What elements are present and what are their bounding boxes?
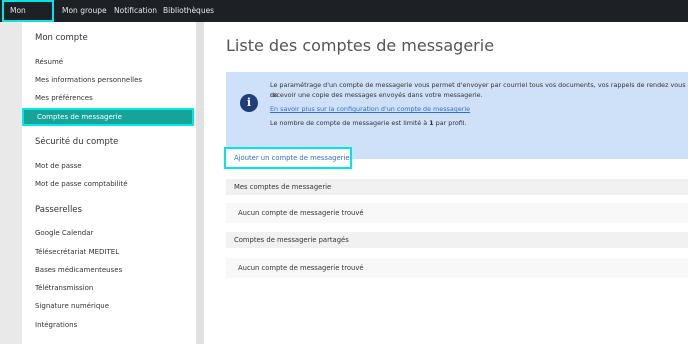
- info-line-1b: recevoir une copie des messages envoyés …: [270, 91, 483, 99]
- nav-notification[interactable]: Notification: [114, 0, 157, 22]
- my-accounts-empty: Aucun compte de messagerie trouvé: [226, 203, 688, 223]
- sidebar-item-mot-de-passe-compta[interactable]: Mot de passe comptabilité: [35, 180, 128, 188]
- sidebar-item-meditel[interactable]: Télésecrétariat MEDITEL: [35, 248, 119, 256]
- main-content: Liste des comptes de messagerie i Le par…: [204, 22, 688, 344]
- sidebar-heading-securite: Sécurité du compte: [35, 137, 119, 147]
- page-title: Liste des comptes de messagerie: [226, 36, 495, 55]
- info-limit: Le nombre de compte de messagerie est li…: [270, 119, 467, 127]
- sidebar-item-integrations[interactable]: Intégrations: [35, 321, 77, 329]
- sidebar-heading-passerelles: Passerelles: [35, 205, 82, 215]
- info-box: i Le paramétrage d'un compte de messager…: [226, 72, 688, 159]
- nav-bibliotheques[interactable]: Bibliothèques: [163, 0, 214, 22]
- nav-mon-compte[interactable]: Mon compte: [2, 0, 54, 33]
- add-account-button[interactable]: Ajouter un compte de messagerie: [224, 147, 352, 169]
- info-learn-more-link[interactable]: En savoir plus sur la configuration d'un…: [270, 105, 470, 113]
- sidebar-item-comptes-messagerie[interactable]: Comptes de messagerie: [22, 108, 194, 126]
- top-navigation: Mon compte Mon groupe Notification Bibli…: [0, 0, 688, 33]
- sidebar-item-mot-de-passe[interactable]: Mot de passe: [35, 162, 82, 170]
- sidebar-heading-mon-compte: Mon compte: [35, 33, 88, 43]
- sidebar-item-resume[interactable]: Résumé: [35, 58, 63, 66]
- info-icon: i: [240, 94, 258, 112]
- sidebar-item-google-calendar[interactable]: Google Calendar: [35, 229, 93, 237]
- sidebar-item-signature[interactable]: Signature numérique: [35, 302, 109, 310]
- sidebar-item-teletransmission[interactable]: Télétransmission: [35, 284, 93, 292]
- my-accounts-heading: Mes comptes de messagerie: [226, 179, 688, 195]
- sidebar: Mon compte Résumé Mes informations perso…: [22, 22, 196, 344]
- sidebar-item-bases-medicamenteuses[interactable]: Bases médicamenteuses: [35, 266, 122, 274]
- shared-accounts-empty: Aucun compte de messagerie trouvé: [226, 258, 688, 278]
- nav-mon-groupe[interactable]: Mon groupe: [62, 0, 107, 22]
- sidebar-item-preferences[interactable]: Mes préférences: [35, 94, 93, 102]
- shared-accounts-heading: Comptes de messagerie partagés: [226, 232, 688, 248]
- column-gutter: [196, 22, 204, 344]
- sidebar-item-informations[interactable]: Mes informations personnelles: [35, 76, 142, 84]
- info-limit-suffix: par profil.: [433, 119, 467, 127]
- info-limit-prefix: Le nombre de compte de messagerie est li…: [270, 119, 430, 127]
